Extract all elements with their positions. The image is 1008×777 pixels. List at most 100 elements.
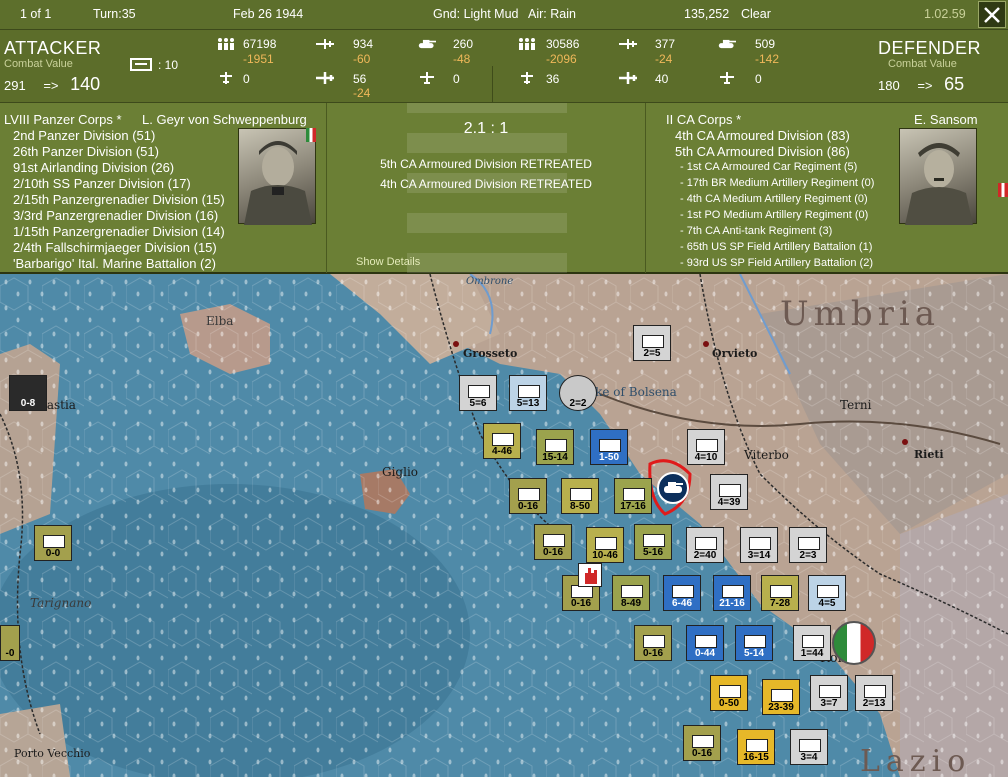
attacker-tanks: 260 bbox=[453, 37, 474, 51]
place-label: Porto Vecchio bbox=[14, 747, 91, 760]
infantry-icon bbox=[218, 38, 234, 50]
attacker-bombers: 56 bbox=[353, 72, 367, 86]
attacker-cv-to: 140 bbox=[70, 74, 101, 94]
page-indicator: 1 of 1 bbox=[20, 7, 52, 21]
unit-counter[interactable]: 0-16 bbox=[534, 524, 572, 560]
defender-flag bbox=[998, 183, 1008, 197]
unit-counter[interactable]: 0-16 bbox=[683, 725, 721, 761]
unit-counter[interactable]: 4=39 bbox=[710, 474, 748, 510]
bomber-icon bbox=[316, 72, 334, 84]
place-label: Elba bbox=[206, 314, 234, 328]
list-item: - 65th US SP Field Artillery Battalion (… bbox=[680, 241, 873, 253]
unit-counter[interactable]: 4=10 bbox=[687, 429, 725, 465]
unit-counter[interactable]: 8-49 bbox=[612, 575, 650, 611]
list-item: 2/10th SS Panzer Division (17) bbox=[13, 176, 191, 191]
infantry-icon bbox=[519, 38, 535, 50]
list-item: 2/15th Panzergrenadier Division (15) bbox=[13, 192, 225, 207]
italy-flag-marker bbox=[832, 621, 876, 665]
tank-icon bbox=[664, 482, 683, 493]
defender-men-loss: -2096 bbox=[546, 52, 577, 66]
unit-counter[interactable]: 2=13 bbox=[855, 675, 893, 711]
list-item: 91st Airlanding Division (26) bbox=[13, 160, 175, 175]
unit-counter[interactable]: 1-50 bbox=[590, 429, 628, 465]
ratio-icon bbox=[130, 58, 152, 71]
defender-guns: 36 bbox=[546, 72, 560, 86]
unit-counter[interactable]: 4=5 bbox=[808, 575, 846, 611]
place-label: Terni bbox=[840, 398, 872, 412]
attacker-commander: L. Geyr von Schweppenburg bbox=[142, 112, 307, 127]
defender-tanks: 509 bbox=[755, 37, 776, 51]
unit-counter[interactable]: 21-16 bbox=[713, 575, 751, 611]
unit-counter[interactable]: 10-46 bbox=[586, 527, 624, 563]
ratio-value: : 10 bbox=[158, 58, 179, 72]
fighter-icon bbox=[316, 39, 334, 49]
result-line: 5th CA Armoured Division RETREATED bbox=[380, 157, 592, 171]
selected-unit-marker[interactable] bbox=[657, 472, 689, 504]
fighter-icon bbox=[619, 39, 637, 49]
unit-counter[interactable]: 0-8 bbox=[9, 375, 47, 411]
result-panel: 2.1 : 1 5th CA Armoured Division RETREAT… bbox=[326, 103, 646, 273]
unit-counter[interactable]: 0-44 bbox=[686, 625, 724, 661]
defender-fighters-loss: -24 bbox=[655, 52, 673, 66]
hex-map[interactable]: Elba Bastia Grosseto Orvieto Umbria Lake… bbox=[0, 274, 1008, 777]
combat-header: ATTACKER Combat Value 291 => 140 : 10 67… bbox=[0, 30, 1008, 126]
list-item: 26th Panzer Division (51) bbox=[13, 144, 159, 159]
unit-counter[interactable]: 0-16 bbox=[509, 478, 547, 514]
attacker-fighters-loss: -60 bbox=[353, 52, 371, 66]
unit-counter[interactable]: 3=4 bbox=[790, 729, 828, 765]
unit-counter[interactable]: 7-28 bbox=[761, 575, 799, 611]
list-item: - 17th BR Medium Artillery Regiment (0) bbox=[680, 177, 875, 189]
weather-label: Clear bbox=[741, 7, 771, 21]
defender-cv-label: Combat Value bbox=[888, 58, 957, 70]
unit-counter[interactable]: 3=14 bbox=[740, 527, 778, 563]
list-item: 'Barbarigo' Ital. Marine Battalion (2) bbox=[13, 256, 216, 271]
unit-counter[interactable]: 3=7 bbox=[810, 675, 848, 711]
attacker-men: 67198 bbox=[243, 37, 277, 51]
unit-counter[interactable]: 5=13 bbox=[509, 375, 547, 411]
attacker-tanks-loss: -48 bbox=[453, 52, 471, 66]
attacker-flag bbox=[306, 128, 316, 142]
list-item: - 7th CA Anti-tank Regiment (3) bbox=[680, 225, 833, 237]
attacker-cv: 291 => 140 bbox=[4, 74, 100, 95]
unit-counter[interactable]: 8-50 bbox=[561, 478, 599, 514]
unit-counter[interactable]: 2=3 bbox=[789, 527, 827, 563]
unit-counter[interactable]: 1=44 bbox=[793, 625, 831, 661]
unit-counter[interactable]: 5=6 bbox=[459, 375, 497, 411]
tank-icon bbox=[418, 39, 436, 49]
show-details-link[interactable]: Show Details bbox=[356, 256, 420, 268]
unit-counter[interactable]: 5-14 bbox=[735, 625, 773, 661]
unit-counter[interactable]: 2=5 bbox=[633, 325, 671, 361]
place-label: Viterbo bbox=[744, 448, 789, 462]
unit-counter[interactable]: 0-50 bbox=[710, 675, 748, 711]
list-item: 3/3rd Panzergrenadier Division (16) bbox=[13, 208, 219, 223]
unit-counter[interactable]: 15-14 bbox=[536, 429, 574, 465]
top-bar: 1 of 1 Turn:35 Feb 26 1944 Gnd: Light Mu… bbox=[0, 0, 1008, 30]
list-item: - 1st CA Armoured Car Regiment (5) bbox=[680, 161, 858, 173]
tank-icon bbox=[718, 39, 736, 49]
date-label: Feb 26 1944 bbox=[233, 7, 304, 21]
list-item: 2nd Panzer Division (51) bbox=[13, 128, 156, 143]
attacker-cv-label: Combat Value bbox=[4, 58, 73, 70]
defender-commander-portrait bbox=[899, 128, 977, 225]
unit-counter[interactable]: 5-16 bbox=[634, 524, 672, 560]
unit-counter[interactable]: 0-16 bbox=[634, 625, 672, 661]
unit-counter[interactable]: 4-46 bbox=[483, 423, 521, 459]
unit-counter[interactable]: 23-39 bbox=[762, 679, 800, 715]
close-button[interactable] bbox=[978, 1, 1006, 28]
unit-counter[interactable]: 6-46 bbox=[663, 575, 701, 611]
unit-counter[interactable]: 17-16 bbox=[614, 478, 652, 514]
attacker-fighters: 934 bbox=[353, 37, 374, 51]
ground-label: Gnd: Light Mud bbox=[433, 7, 519, 21]
unit-counter[interactable]: 0-0 bbox=[34, 525, 72, 561]
attacker-cv-from: 291 bbox=[4, 78, 26, 93]
unit-counter[interactable]: 2=40 bbox=[686, 527, 724, 563]
defender-cv-to: 65 bbox=[944, 74, 965, 94]
list-item: 4th CA Armoured Division (83) bbox=[675, 128, 850, 143]
unit-counter[interactable]: -0 bbox=[0, 625, 20, 661]
unit-counter[interactable]: 16-15 bbox=[737, 729, 775, 765]
unit-counter[interactable]: 2=2 bbox=[559, 375, 597, 411]
bomber-icon bbox=[619, 72, 637, 84]
result-line: 4th CA Armoured Division RETREATED bbox=[380, 177, 592, 191]
defender-bombers: 40 bbox=[655, 72, 669, 86]
place-label: Rieti bbox=[914, 448, 944, 461]
